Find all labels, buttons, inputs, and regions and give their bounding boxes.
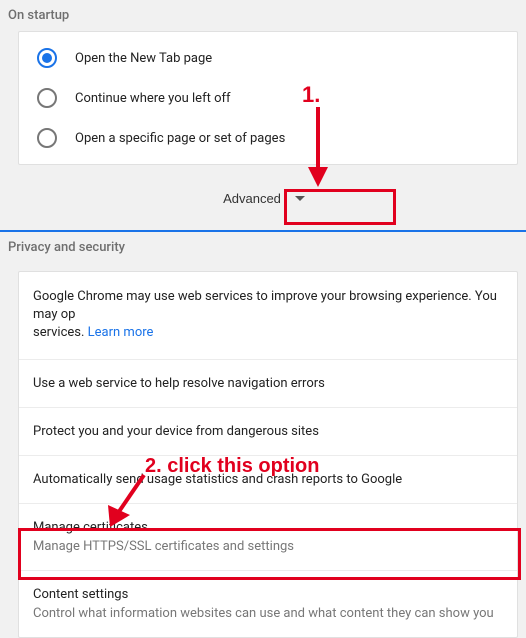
row-title: Manage certificates xyxy=(33,520,503,535)
radio-icon xyxy=(37,48,57,68)
learn-more-link[interactable]: Learn more xyxy=(88,325,154,340)
privacy-row-protect[interactable]: Protect you and your device from dangero… xyxy=(19,408,517,456)
radio-icon xyxy=(37,128,57,148)
advanced-button[interactable]: Advanced xyxy=(207,183,319,214)
privacy-intro-text-1: Google Chrome may use web services to im… xyxy=(33,289,497,322)
privacy-row-usage-stats[interactable]: Automatically send usage statistics and … xyxy=(19,456,517,504)
row-title: Automatically send usage statistics and … xyxy=(33,472,402,487)
radio-option-continue[interactable]: Continue where you left off xyxy=(19,78,517,118)
privacy-intro: Google Chrome may use web services to im… xyxy=(19,272,517,360)
radio-icon xyxy=(37,88,57,108)
section-header-startup: On startup xyxy=(0,0,526,31)
radio-label: Continue where you left off xyxy=(75,91,231,106)
chevron-down-icon xyxy=(295,196,305,201)
row-title: Protect you and your device from dangero… xyxy=(33,424,319,439)
radio-label: Open the New Tab page xyxy=(75,51,212,66)
startup-card: Open the New Tab page Continue where you… xyxy=(18,31,518,165)
row-title: Use a web service to help resolve naviga… xyxy=(33,376,325,391)
privacy-row-manage-certificates[interactable]: Manage certificates Manage HTTPS/SSL cer… xyxy=(19,504,517,571)
radio-option-new-tab[interactable]: Open the New Tab page xyxy=(19,38,517,78)
row-title: Content settings xyxy=(33,587,503,602)
radio-label: Open a specific page or set of pages xyxy=(75,131,285,146)
privacy-row-content-settings[interactable]: Content settings Control what informatio… xyxy=(19,571,517,637)
advanced-label: Advanced xyxy=(223,191,281,206)
row-subtitle: Control what information websites can us… xyxy=(33,606,503,621)
privacy-card: Google Chrome may use web services to im… xyxy=(18,271,518,638)
advanced-bar: Advanced xyxy=(0,165,526,230)
section-header-privacy: Privacy and security xyxy=(0,232,526,263)
privacy-intro-text-2: services. xyxy=(33,325,88,340)
row-subtitle: Manage HTTPS/SSL certificates and settin… xyxy=(33,539,503,554)
radio-option-specific-pages[interactable]: Open a specific page or set of pages xyxy=(19,118,517,158)
privacy-row-nav-errors[interactable]: Use a web service to help resolve naviga… xyxy=(19,360,517,408)
